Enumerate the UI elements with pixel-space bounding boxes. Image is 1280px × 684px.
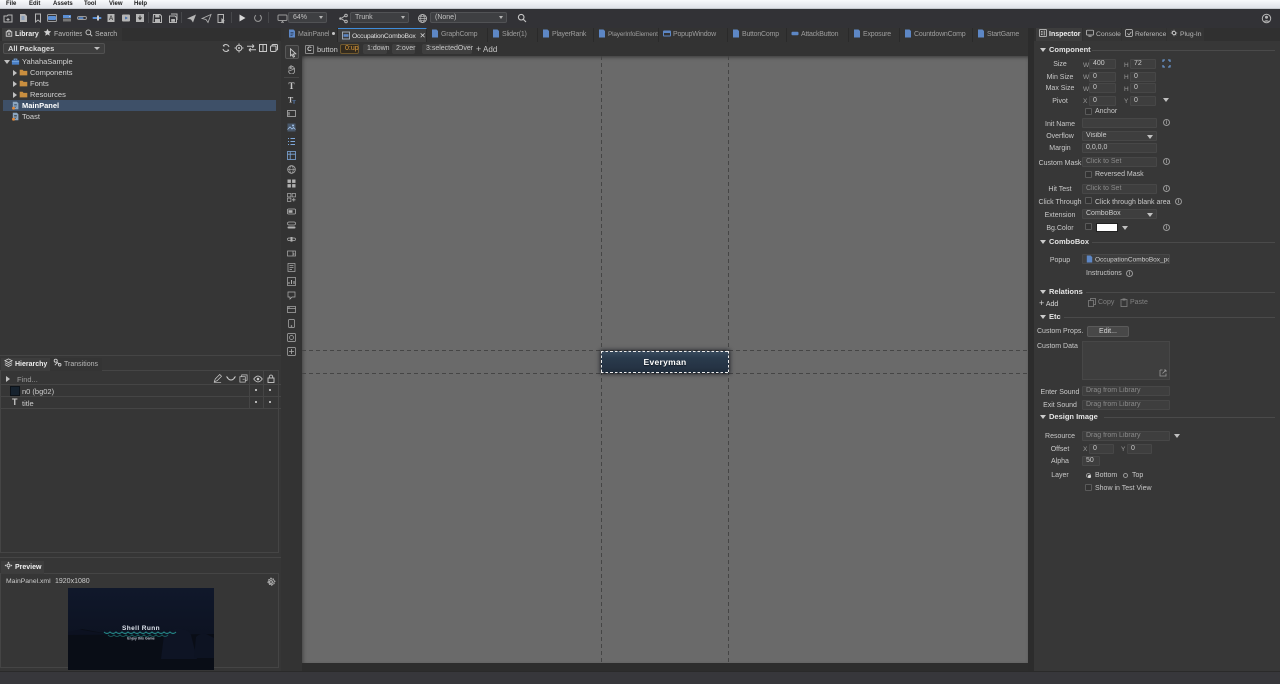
svg-text:Enjoy this Game: Enjoy this Game — [127, 637, 154, 641]
svg-text:Shell Runn: Shell Runn — [122, 625, 160, 632]
svg-text:T: T — [292, 101, 296, 105]
svg-text:A: A — [109, 16, 114, 22]
svg-text:T: T — [288, 81, 294, 90]
